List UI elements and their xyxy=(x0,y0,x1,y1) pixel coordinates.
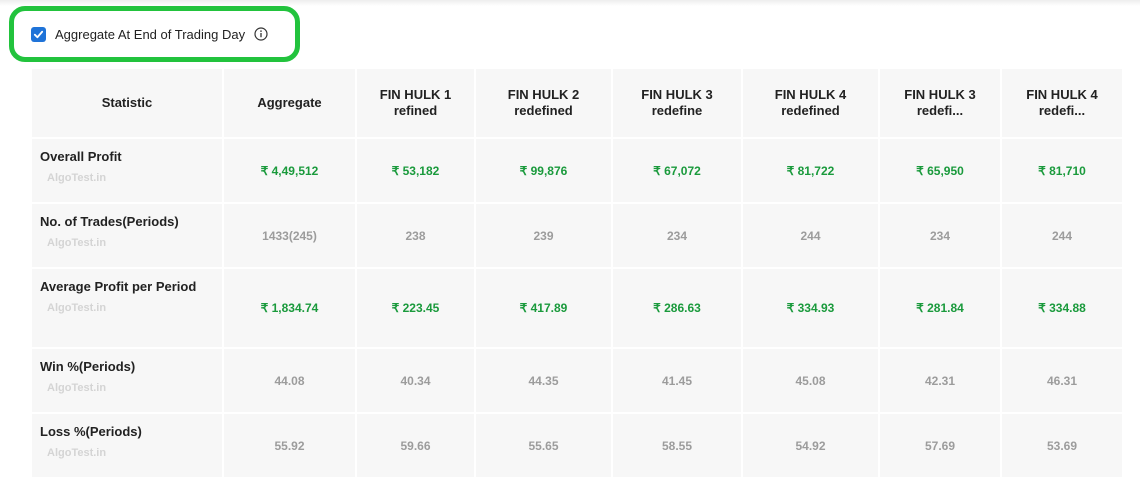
row-label-cell: Average Profit per Period AlgoTest.in xyxy=(32,269,222,347)
row-label: Average Profit per Period xyxy=(40,279,197,294)
watermark: AlgoTest.in xyxy=(47,382,107,394)
watermark: AlgoTest.in xyxy=(47,172,107,184)
table-cell: 46.31 xyxy=(1002,349,1122,412)
statistics-table: Statistic Aggregate FIN HULK 1 refined F… xyxy=(30,67,1124,479)
aggregate-checkbox[interactable] xyxy=(31,26,46,42)
column-header-strategy: FIN HULK 3 redefine xyxy=(613,69,741,137)
table-cell: ₹ 1,834.74 xyxy=(224,269,355,347)
table-cell: 54.92 xyxy=(743,414,878,477)
row-label-cell: Win %(Periods) AlgoTest.in xyxy=(32,349,222,412)
table-cell: ₹ 53,182 xyxy=(357,139,474,202)
table-row-loss-percent: Loss %(Periods) AlgoTest.in 55.92 59.66 … xyxy=(32,414,1122,477)
column-header-aggregate: Aggregate xyxy=(224,69,355,137)
table-row-trades: No. of Trades(Periods) AlgoTest.in 1433(… xyxy=(32,204,1122,267)
table-header-row: Statistic Aggregate FIN HULK 1 refined F… xyxy=(32,69,1122,137)
table-cell: ₹ 81,710 xyxy=(1002,139,1122,202)
info-icon[interactable] xyxy=(254,27,268,41)
table-cell: 53.69 xyxy=(1002,414,1122,477)
row-label: Overall Profit xyxy=(40,149,122,164)
table-cell: 44.08 xyxy=(224,349,355,412)
table-cell: 234 xyxy=(613,204,741,267)
row-label: No. of Trades(Periods) xyxy=(40,214,179,229)
aggregate-toggle-highlight: Aggregate At End of Trading Day xyxy=(9,6,300,62)
table-cell: 41.45 xyxy=(613,349,741,412)
aggregate-label[interactable]: Aggregate At End of Trading Day xyxy=(55,27,245,42)
table-cell: 40.34 xyxy=(357,349,474,412)
table-row-overall-profit: Overall Profit AlgoTest.in ₹ 4,49,512 ₹ … xyxy=(32,139,1122,202)
column-header-strategy: FIN HULK 1 refined xyxy=(357,69,474,137)
table-cell: ₹ 334.88 xyxy=(1002,269,1122,347)
table-cell: ₹ 223.45 xyxy=(357,269,474,347)
watermark: AlgoTest.in xyxy=(47,302,107,314)
row-label: Win %(Periods) xyxy=(40,359,136,374)
column-header-strategy: FIN HULK 4 redefined xyxy=(743,69,878,137)
table-cell: ₹ 281.84 xyxy=(880,269,1000,347)
table-cell: 55.92 xyxy=(224,414,355,477)
table-cell: 44.35 xyxy=(476,349,611,412)
watermark: AlgoTest.in xyxy=(47,237,107,249)
row-label-cell: Loss %(Periods) AlgoTest.in xyxy=(32,414,222,477)
row-label-cell: Overall Profit AlgoTest.in xyxy=(32,139,222,202)
table-cell: 1433(245) xyxy=(224,204,355,267)
table-cell: 57.69 xyxy=(880,414,1000,477)
table-cell: ₹ 99,876 xyxy=(476,139,611,202)
table-cell: ₹ 65,950 xyxy=(880,139,1000,202)
column-header-strategy: FIN HULK 4 redefi... xyxy=(1002,69,1122,137)
table-row-average-profit: Average Profit per Period AlgoTest.in ₹ … xyxy=(32,269,1122,347)
column-header-strategy: FIN HULK 3 redefi... xyxy=(880,69,1000,137)
table-cell: ₹ 286.63 xyxy=(613,269,741,347)
table-cell: ₹ 417.89 xyxy=(476,269,611,347)
table-cell: 55.65 xyxy=(476,414,611,477)
table-cell: 59.66 xyxy=(357,414,474,477)
table-row-win-percent: Win %(Periods) AlgoTest.in 44.08 40.34 4… xyxy=(32,349,1122,412)
table-cell: ₹ 334.93 xyxy=(743,269,878,347)
table-cell: 244 xyxy=(743,204,878,267)
table-cell: 244 xyxy=(1002,204,1122,267)
table-cell: ₹ 67,072 xyxy=(613,139,741,202)
column-header-statistic: Statistic xyxy=(32,69,222,137)
watermark: AlgoTest.in xyxy=(47,447,107,459)
table-cell: ₹ 81,722 xyxy=(743,139,878,202)
row-label-cell: No. of Trades(Periods) AlgoTest.in xyxy=(32,204,222,267)
column-header-strategy: FIN HULK 2 redefined xyxy=(476,69,611,137)
table-cell: 234 xyxy=(880,204,1000,267)
table-cell: 45.08 xyxy=(743,349,878,412)
table-cell: 238 xyxy=(357,204,474,267)
row-label: Loss %(Periods) xyxy=(40,424,142,439)
table-cell: 58.55 xyxy=(613,414,741,477)
table-cell: ₹ 4,49,512 xyxy=(224,139,355,202)
check-icon xyxy=(33,30,44,38)
table-cell: 42.31 xyxy=(880,349,1000,412)
table-cell: 239 xyxy=(476,204,611,267)
